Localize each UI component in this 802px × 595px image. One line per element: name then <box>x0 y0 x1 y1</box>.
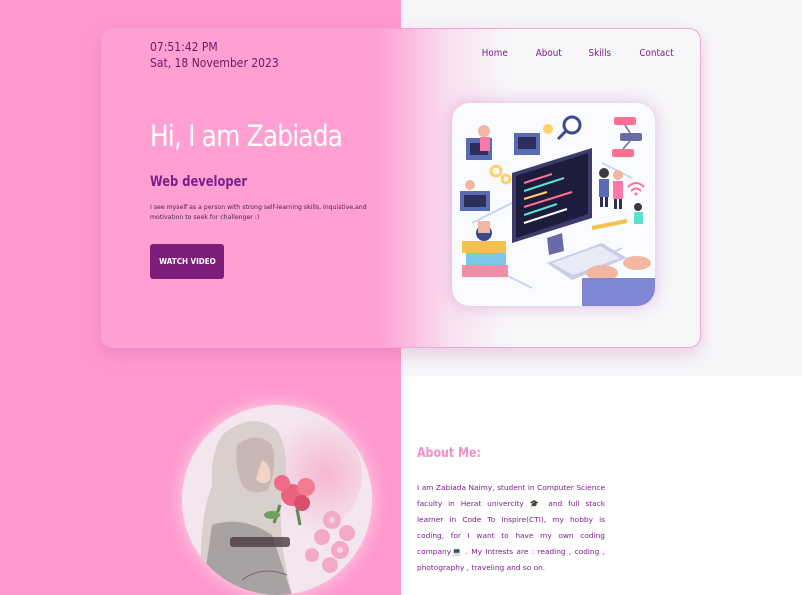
profile-avatar <box>182 405 372 595</box>
about-title: About Me: <box>417 446 481 461</box>
nav-home-link[interactable]: Home <box>482 48 508 59</box>
developer-illustration <box>452 103 655 306</box>
about-text: I am Zabiada Naimy, student in Computer … <box>417 483 605 572</box>
clock: 07:51:42 PM Sat, 18 November 2023 <box>150 39 279 71</box>
nav-skills-link[interactable]: Skills <box>589 48 612 59</box>
clock-time: 07:51:42 PM <box>150 40 218 54</box>
developer-illustration-graphic <box>460 115 655 306</box>
hero-role: Web developer <box>150 174 248 190</box>
clock-date: Sat, 18 November 2023 <box>150 56 279 70</box>
watch-video-label: WATCH VIDEO <box>158 257 216 266</box>
hero-greeting: Hi, I am Zabiada <box>150 119 343 153</box>
top-nav: Home About Skills Contact <box>456 48 676 59</box>
watch-video-button[interactable]: WATCH VIDEO <box>150 244 224 279</box>
hero-bio: I see myself as a person with strong sel… <box>150 204 367 221</box>
profile-avatar-graphic <box>182 405 372 595</box>
hero-card: 07:51:42 PM Sat, 18 November 2023 Home A… <box>101 28 701 348</box>
nav-contact-link[interactable]: Contact <box>639 48 673 59</box>
nav-about-link[interactable]: About <box>536 48 562 59</box>
